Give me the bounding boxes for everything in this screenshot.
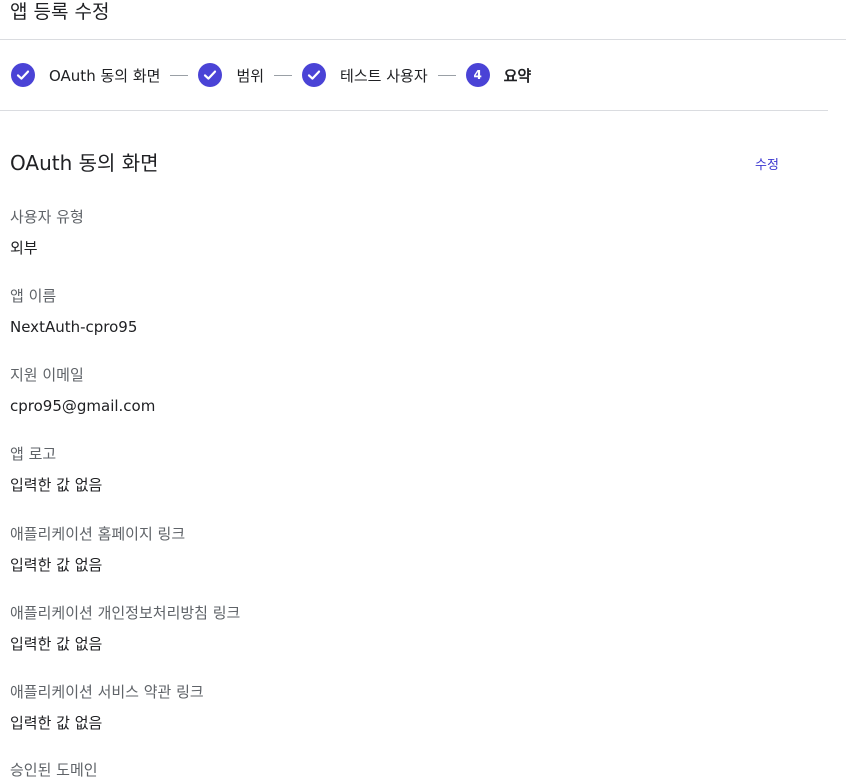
field-label: 지원 이메일 [10, 366, 84, 384]
field-privacy-policy-link: 애플리케이션 개인정보처리방침 링크 입력한 값 없음 [10, 603, 240, 654]
field-label: 애플리케이션 서비스 약관 링크 [10, 683, 204, 701]
step-connector [437, 74, 456, 76]
field-value: 입력한 값 없음 [10, 714, 103, 732]
field-value: 외부 [10, 239, 38, 257]
check-circle-icon [11, 63, 35, 87]
field-value: NextAuth-cpro95 [10, 318, 138, 336]
step-connector [274, 74, 293, 76]
stepper: OAuth 동의 화면 범위 테스트 사용자 4 요약 [11, 62, 531, 88]
step-summary[interactable]: 4 요약 [465, 63, 532, 87]
edit-button[interactable]: 수정 [755, 154, 779, 173]
field-app-logo: 앱 로고 입력한 값 없음 [10, 444, 102, 495]
step-test-users[interactable]: 테스트 사용자 [302, 63, 428, 87]
step-scopes[interactable]: 범위 [198, 63, 264, 87]
step-label: OAuth 동의 화면 [49, 66, 161, 85]
field-support-email: 지원 이메일 cpro95@gmail.com [10, 365, 155, 416]
header-divider [0, 39, 846, 40]
step-connector [170, 74, 189, 76]
field-label: 애플리케이션 홈페이지 링크 [10, 525, 186, 543]
stepper-divider [0, 110, 828, 111]
field-authorized-domains: 승인된 도메인 [10, 760, 98, 780]
step-number: 4 [473, 68, 482, 82]
step-label: 범위 [236, 66, 265, 85]
field-value: cpro95@gmail.com [10, 397, 156, 415]
field-value: 입력한 값 없음 [10, 635, 103, 653]
check-circle-icon [302, 63, 327, 87]
field-app-name: 앱 이름 NextAuth-cpro95 [10, 286, 137, 337]
step-label: 요약 [503, 66, 532, 85]
step-label: 테스트 사용자 [340, 66, 428, 85]
field-label: 애플리케이션 개인정보처리방침 링크 [10, 604, 241, 622]
field-user-type: 사용자 유형 외부 [10, 207, 84, 258]
page-title: 앱 등록 수정 [10, 1, 110, 23]
field-label: 앱 로고 [10, 445, 57, 463]
field-value: 입력한 값 없음 [10, 476, 103, 494]
step-number-badge: 4 [465, 63, 490, 87]
check-circle-icon [198, 63, 223, 87]
field-terms-of-service-link: 애플리케이션 서비스 약관 링크 입력한 값 없음 [10, 682, 204, 733]
section-title: OAuth 동의 화면 [10, 151, 159, 175]
field-homepage-link: 애플리케이션 홈페이지 링크 입력한 값 없음 [10, 524, 185, 575]
step-oauth-consent[interactable]: OAuth 동의 화면 [11, 63, 160, 87]
field-label: 앱 이름 [10, 287, 57, 305]
field-value: 입력한 값 없음 [10, 556, 103, 574]
field-label: 사용자 유형 [10, 208, 84, 226]
field-label: 승인된 도메인 [10, 761, 98, 779]
